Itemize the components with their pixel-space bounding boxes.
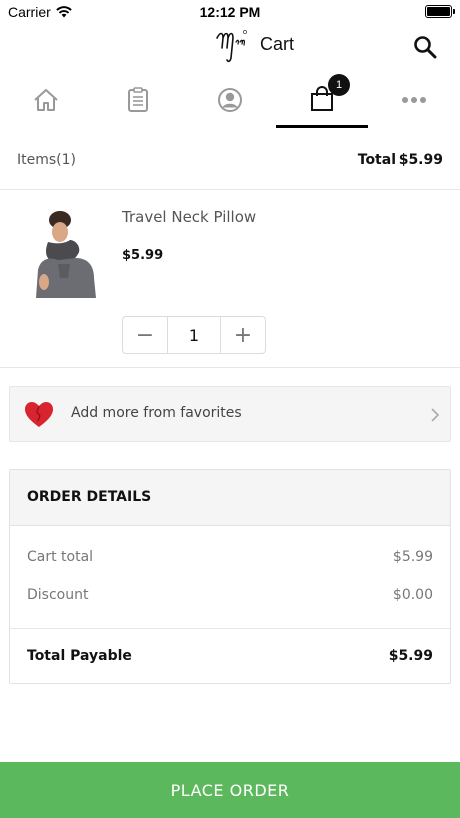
tab-cart[interactable]: 1 [276,72,368,128]
tab-bar: 1 [0,72,460,128]
order-details-card: ORDER DETAILS Cart total $5.99 Discount … [9,469,451,684]
cart-summary: Items(1) Total $5.99 [0,128,460,190]
cart-total-label: Cart total [27,549,94,565]
items-count: Items(1) [17,152,76,168]
decrease-quantity-button[interactable]: − [123,317,167,353]
clock: 12:12 PM [199,4,261,20]
app-header: Cart [0,24,460,68]
chevron-right-icon [431,408,440,422]
cart-item: Travel Neck Pillow $5.99 − 1 + [0,190,460,368]
total-label: Total [357,152,396,168]
discount-value: $0.00 [392,587,433,603]
product-name[interactable]: Travel Neck Pillow [122,208,256,226]
order-details-title: ORDER DETAILS [27,489,152,505]
quantity-value: 1 [167,317,221,353]
page-title: Cart [260,34,295,54]
favorites-label: Add more from favorites [71,405,242,421]
status-bar: Carrier 12:12 PM [0,0,460,24]
place-order-button[interactable]: PLACE ORDER [0,762,460,818]
cart-count-badge: 1 [328,74,350,96]
total-payable-value: $5.99 [388,648,433,664]
tab-orders[interactable] [92,72,184,128]
more-icon [402,97,426,103]
increase-quantity-button[interactable]: + [221,317,265,353]
tab-more[interactable] [368,72,460,128]
add-from-favorites-row[interactable]: Add more from favorites [9,386,451,442]
battery-icon [425,5,455,18]
tab-account[interactable] [184,72,276,128]
brand-logo [216,30,247,63]
heart-icon [25,402,53,427]
divider [10,628,450,629]
discount-label: Discount [27,587,89,603]
product-price: $5.99 [122,248,164,263]
order-details-header: ORDER DETAILS [10,470,450,526]
tab-home[interactable] [0,72,92,128]
product-image[interactable] [30,208,100,298]
home-icon [34,89,58,111]
total-value: $5.99 [398,152,443,168]
search-icon[interactable] [412,34,438,60]
clipboard-icon [128,87,148,112]
cart-total-value: $5.99 [392,549,433,565]
total-payable-label: Total Payable [27,648,132,664]
user-icon [218,88,242,112]
quantity-stepper: − 1 + [122,316,266,354]
